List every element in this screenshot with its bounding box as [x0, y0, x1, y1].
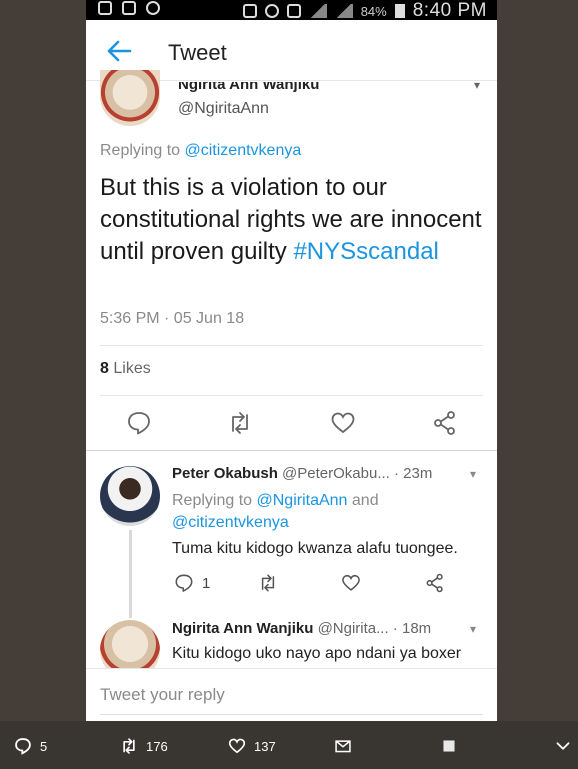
reply-count: 1 [202, 575, 211, 592]
reply-author-name[interactable]: Ngirita Ann Wanjiku [172, 620, 313, 637]
replying-and: and [351, 492, 379, 509]
mail-icon [122, 1, 136, 15]
outer-analytics-button[interactable] [440, 737, 458, 755]
retweet-icon [123, 738, 135, 754]
reply-time: · 23m [394, 465, 433, 482]
thread-line [129, 530, 132, 618]
battery-icon [394, 4, 405, 18]
mail-icon [335, 740, 351, 753]
sim-icon [286, 4, 301, 18]
reply-icon [15, 738, 31, 755]
reply-text: Kitu kidogo uko nayo apo ndani ya boxer [172, 645, 462, 662]
outer-reply-count: 5 [40, 738, 48, 754]
alarm-icon [264, 4, 279, 18]
status-bar: 84% 8:40 PM [86, 0, 497, 21]
mention-link[interactable]: @citizentvkenya [172, 514, 289, 531]
divider [100, 345, 483, 346]
tweet-text: But this is a violation to our constitut… [100, 172, 490, 268]
embedded-tweet-action-bar: 5 176 137 [0, 721, 578, 769]
page-title: Tweet [168, 40, 227, 65]
clock: 8:40 PM [412, 0, 487, 21]
reply-icon[interactable] [126, 410, 152, 436]
reply-header: Peter Okabush @PeterOkabu... · 23m [172, 465, 432, 482]
mute-icon [242, 4, 257, 18]
input-underline [100, 714, 483, 715]
mention-link[interactable]: @NgiritaAnn [257, 492, 348, 509]
reply-author-handle[interactable]: @Ngirita... [318, 620, 389, 637]
share-icon[interactable] [432, 410, 458, 436]
outer-like-count: 137 [254, 738, 276, 754]
heart-icon [228, 738, 246, 754]
chevron-down-icon[interactable]: ▾ [474, 78, 480, 92]
reply-time: · 18m [392, 620, 432, 637]
reply-author-handle[interactable]: @PeterOkabu... [282, 465, 390, 482]
outer-reply-button[interactable]: 5 [14, 737, 47, 755]
battery-percent: 84% [360, 3, 387, 19]
outer-more-button[interactable] [554, 737, 572, 755]
reply-avatar[interactable] [100, 466, 160, 526]
outer-retweet-button[interactable]: 176 [120, 737, 168, 755]
weather-icon [98, 1, 112, 15]
likes-number: 8 [100, 360, 109, 377]
reply-header: Ngirita Ann Wanjiku @Ngirita... · 18m [172, 620, 431, 637]
chevron-down-icon[interactable]: ▾ [470, 467, 476, 481]
divider [86, 450, 497, 451]
reply-icon[interactable] [174, 573, 194, 593]
author-handle[interactable]: @NgiritaAnn [178, 100, 269, 118]
outer-dm-button[interactable] [334, 737, 352, 755]
reply-composer[interactable]: Tweet your reply [86, 668, 497, 719]
signal-icon-2 [334, 4, 353, 18]
replying-to: Replying to @citizentvkenya [100, 142, 301, 160]
retweet-icon[interactable] [258, 573, 278, 593]
share-icon[interactable] [425, 573, 445, 593]
outer-retweet-count: 176 [146, 738, 168, 754]
reply-author-name[interactable]: Peter Okabush [172, 465, 278, 482]
likes-count[interactable]: 8 Likes [100, 360, 151, 378]
replying-prefix: Replying to [172, 492, 253, 509]
back-arrow-icon[interactable] [106, 40, 132, 62]
tweet-timestamp: 5:36 PM · 05 Jun 18 [100, 310, 245, 327]
outer-like-button[interactable]: 137 [228, 737, 276, 755]
heart-icon[interactable] [330, 410, 356, 436]
divider [100, 395, 483, 396]
replying-prefix: Replying to [100, 142, 181, 159]
mention-link[interactable]: @citizentvkenya [185, 142, 302, 159]
likes-label: Likes [113, 360, 151, 377]
reply-input-placeholder[interactable]: Tweet your reply [100, 685, 225, 705]
hashtag-link[interactable]: #NYSscandal [293, 238, 438, 265]
author-avatar[interactable] [100, 70, 160, 126]
reply-text: Tuma kitu kidogo kwanza alafu tuongee. [172, 540, 458, 557]
analytics-icon [443, 740, 455, 752]
chevron-down-icon[interactable]: ▾ [470, 622, 476, 636]
retweet-icon[interactable] [227, 410, 253, 436]
signal-icon [308, 4, 327, 18]
chevron-down-icon [556, 742, 570, 750]
phone-screenshot: 84% 8:40 PM Tweet Ngirita Ann Wanjiku ▾ … [86, 0, 497, 721]
whatsapp-icon [146, 1, 160, 15]
heart-icon[interactable] [341, 573, 361, 593]
reply-replying-to: Replying to @NgiritaAnn and @citizentvke… [172, 490, 472, 534]
